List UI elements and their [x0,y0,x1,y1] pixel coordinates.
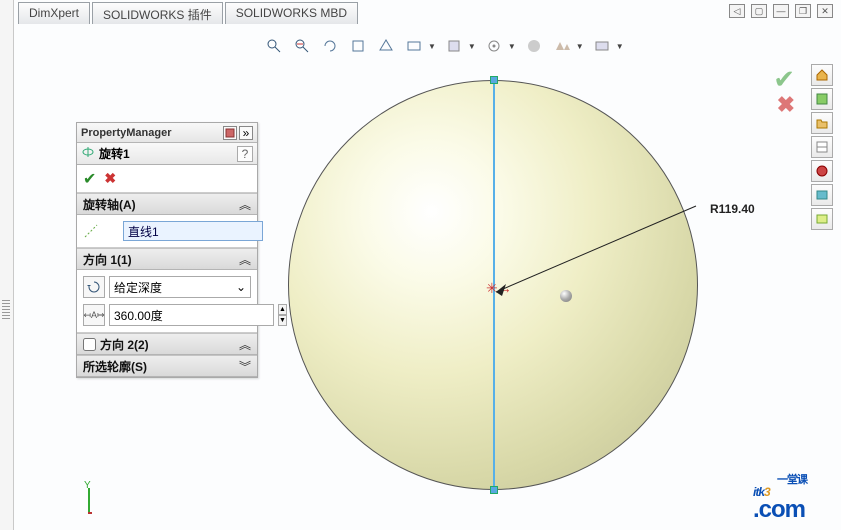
pm-title: PropertyManager [81,127,171,139]
scene-icon[interactable] [552,36,572,56]
tab-sw-addins[interactable]: SOLIDWORKS 插件 [92,2,223,24]
center-point-marker [560,290,572,302]
tab-dimxpert[interactable]: DimXpert [18,2,90,24]
axis-handle-top[interactable] [490,76,498,84]
triad: Y [70,484,110,524]
appearance-icon[interactable] [524,36,544,56]
section-axis-title: 旋转轴(A) [83,196,136,213]
ok-icon[interactable]: ✔ [83,169,96,189]
y-axis-icon [88,488,90,514]
zoom-in-icon[interactable] [264,36,284,56]
graphics-viewport[interactable]: ✳→ R119.40 [180,58,801,516]
feature-name: 旋转1 [99,145,130,162]
logo-sub: 一堂课 [777,471,807,487]
axis-line-icon [83,223,99,239]
render-icon[interactable] [592,36,612,56]
axis-handle-bottom[interactable] [490,486,498,494]
custom-props-icon[interactable] [811,184,833,206]
dropdown-caret-icon[interactable]: ▼ [508,42,516,51]
grip-icon [2,300,10,320]
appearances-icon[interactable] [811,160,833,182]
hide-show-icon[interactable] [484,36,504,56]
watermark-logo: itk3 一堂课 .com [753,461,805,524]
view-orient-icon[interactable] [404,36,424,56]
resources-icon[interactable] [811,88,833,110]
view-toolbar: ▼ ▼ ▼ ▼ ▼ [264,34,624,58]
y-axis-label: Y [84,480,91,491]
window-restore-icon[interactable]: ❐ [795,4,811,18]
tab-bar: DimXpert SOLIDWORKS 插件 SOLIDWORKS MBD [18,2,358,24]
home-icon[interactable] [811,64,833,86]
view-palette-icon[interactable] [811,136,833,158]
window-close-icon[interactable]: ✕ [817,4,833,18]
section-contour-title: 所选轮廓(S) [83,358,147,375]
revolve-icon [81,145,95,162]
section-dir1-title: 方向 1(1) [83,251,132,268]
dropdown-caret-icon[interactable]: ▼ [428,42,436,51]
folder-icon[interactable] [811,112,833,134]
radius-dimension-label[interactable]: R119.40 [710,202,755,216]
dropdown-caret-icon[interactable]: ▼ [468,42,476,51]
dropdown-caret-icon[interactable]: ▼ [616,42,624,51]
window-min-icon[interactable]: — [773,4,789,18]
display-style-icon[interactable] [444,36,464,56]
cancel-icon[interactable]: ✖ [104,170,116,187]
section-dir2-title: 方向 2(2) [100,336,149,353]
forum-icon[interactable] [811,208,833,230]
x-axis-icon [88,512,92,514]
angle-icon: ↤A↦ [83,304,105,326]
pan-icon[interactable] [348,36,368,56]
radius-dimension-line [496,206,706,324]
dropdown-caret-icon[interactable]: ▼ [576,42,584,51]
window-fwd-icon[interactable]: ▢ [751,4,767,18]
section-icon[interactable] [376,36,396,56]
direction2-checkbox[interactable] [83,338,96,351]
logo-com: .com [753,496,805,524]
rotate-icon[interactable] [320,36,340,56]
task-pane [811,64,835,230]
window-controls: ◁ ▢ — ❐ ✕ [729,4,833,18]
end-condition-label: 给定深度 [114,279,162,296]
zoom-out-icon[interactable] [292,36,312,56]
window-back-icon[interactable]: ◁ [729,4,745,18]
tab-sw-mbd[interactable]: SOLIDWORKS MBD [225,2,358,24]
reverse-direction-button[interactable] [83,276,105,298]
left-gutter [0,0,14,530]
